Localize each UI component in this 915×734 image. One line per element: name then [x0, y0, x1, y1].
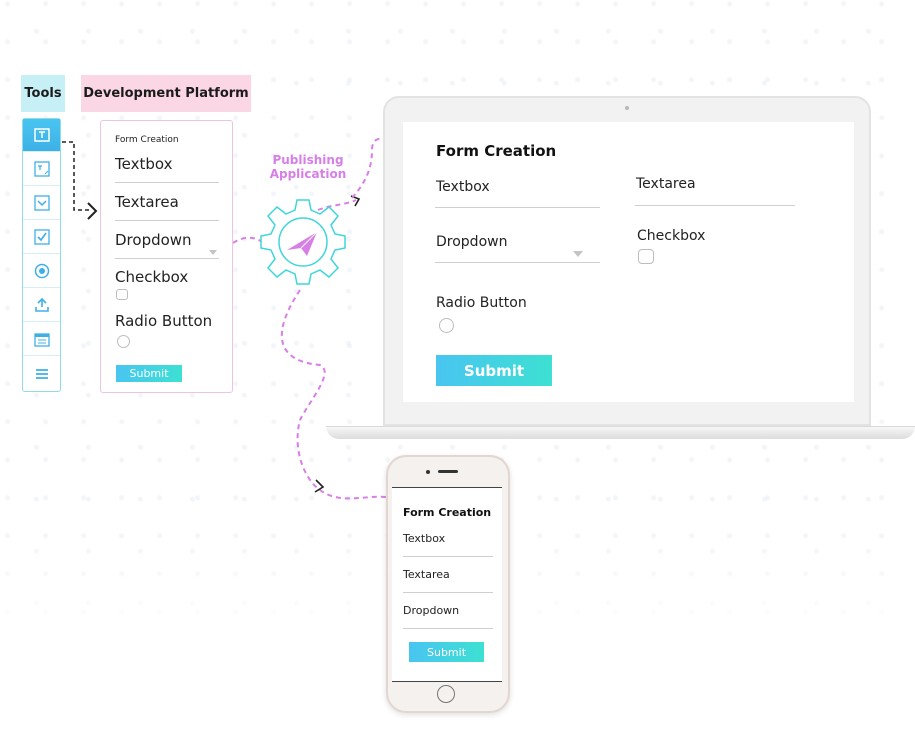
dropdown-tool[interactable]	[23, 187, 60, 220]
tools-to-dev-connector	[62, 141, 90, 211]
calendar-tool-icon	[33, 333, 50, 347]
dev-arrow-icon	[87, 202, 98, 220]
laptop-textbox-label: Textbox	[436, 179, 490, 195]
radio-tool[interactable]	[23, 255, 60, 288]
gear-to-laptop-connector	[317, 199, 357, 211]
laptop-dropdown-input[interactable]	[435, 262, 600, 263]
dev-dropdown-label: Dropdown	[115, 231, 192, 249]
dev-checkbox-label: Checkbox	[115, 268, 189, 286]
phone-textbox-label: Textbox	[403, 532, 446, 545]
laptop-dropdown-label: Dropdown	[436, 234, 508, 250]
phone-dropdown-input[interactable]	[403, 628, 493, 629]
laptop-radio-button[interactable]	[439, 318, 454, 333]
textbox-tool-icon	[33, 128, 50, 142]
phone-home-button[interactable]	[437, 685, 455, 703]
dev-radio-button[interactable]	[117, 335, 130, 348]
menu-tool[interactable]	[23, 357, 60, 390]
phone-textarea-input[interactable]	[403, 592, 493, 593]
menu-tool-icon	[35, 368, 48, 379]
publishing-to-laptop-connector	[351, 137, 386, 199]
dev-dropdown-input[interactable]	[115, 258, 219, 259]
laptop-camera	[625, 106, 629, 110]
phone-dropdown-label: Dropdown	[403, 604, 460, 617]
publishing-line1: Publishing	[272, 153, 344, 167]
laptop-checkbox-label: Checkbox	[637, 228, 706, 244]
phone-submit-button[interactable]: Submit	[409, 642, 484, 662]
laptop-screen: Form Creation Textbox Textarea Dropdown …	[403, 122, 854, 402]
phone-form-title: Form Creation	[403, 506, 492, 519]
phone-textarea-label: Textarea	[403, 568, 450, 581]
publishing-gear-icon	[260, 199, 346, 285]
textarea-tool[interactable]	[23, 153, 60, 186]
laptop-textbox-input[interactable]	[435, 207, 600, 208]
phone-screen: Form Creation Textbox Textarea Dropdown …	[392, 487, 502, 682]
phone-textbox-input[interactable]	[403, 556, 493, 557]
dev-submit-button[interactable]: Submit	[116, 365, 182, 382]
laptop-dropdown-chevron-icon[interactable]	[573, 251, 583, 257]
dev-checkbox[interactable]	[116, 289, 128, 300]
laptop-base	[326, 426, 915, 439]
dev-textbox-input[interactable]	[115, 182, 219, 183]
dev-textarea-input[interactable]	[115, 220, 219, 221]
upload-tool[interactable]	[23, 289, 60, 322]
phone-speaker	[438, 470, 458, 473]
dev-radio-label: Radio Button	[115, 312, 213, 330]
checkbox-tool[interactable]	[23, 221, 60, 254]
laptop-form-title: Form Creation	[436, 142, 557, 160]
laptop-submit-button[interactable]: Submit	[436, 355, 552, 386]
laptop-checkbox[interactable]	[638, 249, 654, 264]
textbox-tool[interactable]	[23, 119, 60, 152]
upload-tool-icon	[34, 297, 49, 312]
phone-camera	[426, 470, 430, 474]
checkbox-tool-icon	[33, 229, 50, 245]
dev-textbox-label: Textbox	[115, 155, 173, 173]
publishing-application-label: Publishing Application	[262, 153, 354, 181]
development-platform-label: Development Platform	[81, 75, 251, 112]
radio-tool-icon	[34, 263, 49, 279]
laptop-radio-label: Radio Button	[436, 295, 527, 311]
dev-form-title: Form Creation	[115, 135, 179, 145]
tools-toolbar	[22, 118, 61, 392]
dev-form-panel: Form Creation Textbox Textarea Dropdown …	[100, 120, 233, 393]
tools-label: Tools	[21, 75, 65, 112]
gear-to-phone-connector	[280, 289, 387, 500]
laptop-textarea-input[interactable]	[635, 205, 795, 206]
publishing-line2: Application	[269, 167, 347, 181]
dev-textarea-label: Textarea	[115, 193, 179, 211]
dev-dropdown-chevron-icon[interactable]	[209, 250, 217, 255]
laptop-textarea-label: Textarea	[636, 176, 696, 192]
calendar-tool[interactable]	[23, 323, 60, 356]
dropdown-tool-icon	[33, 195, 50, 211]
textarea-tool-icon	[33, 161, 50, 177]
